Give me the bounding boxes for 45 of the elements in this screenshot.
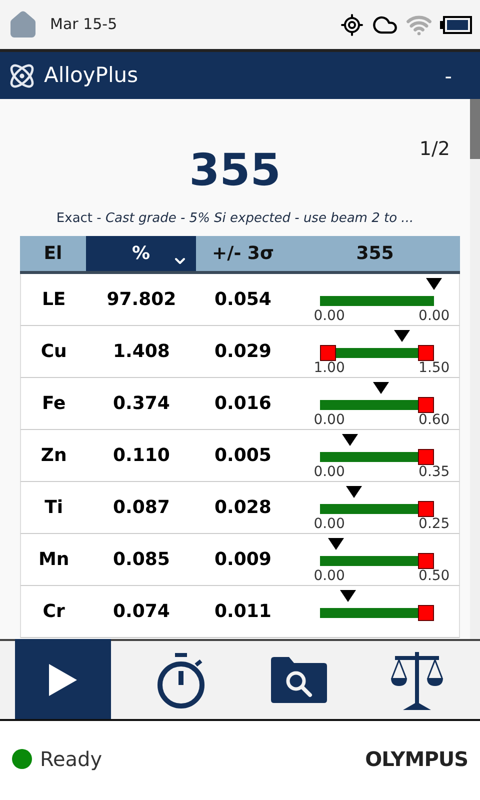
min-label: 0.00 <box>314 516 345 532</box>
column-header[interactable]: % <box>86 236 196 271</box>
status-text: Ready <box>40 746 102 773</box>
match-description: Exact - Cast grade - 5% Si expected - use beam 2 to ... <box>56 210 414 228</box>
grade-name: 355 <box>189 146 281 196</box>
max-label: 0.50 <box>418 568 450 584</box>
app-title: AlloyPlus <box>44 62 138 89</box>
percent-cell-text: 97.802 <box>106 288 178 312</box>
percent-cell-text: 0.374 <box>112 392 171 416</box>
percent-cell-text: 0.085 <box>112 548 171 572</box>
column-header[interactable]: +/- 3σ <box>196 236 290 271</box>
column-header[interactable]: El <box>20 236 86 271</box>
min-label: 0.00 <box>314 464 345 480</box>
sigma-cell-text: 0.011 <box>213 600 272 624</box>
sigma-cell-text: 0.054 <box>213 288 272 312</box>
min-label: 0.00 <box>314 568 345 584</box>
sigma-cell-text: 0.029 <box>213 340 272 364</box>
max-label: 0.35 <box>418 464 450 480</box>
max-label: 0.60 <box>418 412 450 428</box>
minimize-button[interactable]: - <box>436 60 460 90</box>
date-text: Mar 15-5 <box>50 14 118 36</box>
percent-cell-text: 1.408 <box>112 340 171 364</box>
element-cell-text: Ti <box>44 496 64 520</box>
min-label: 0.00 <box>314 308 345 324</box>
element-cell-text: Cr <box>42 600 66 624</box>
percent-cell-text: 0.110 <box>112 444 171 468</box>
element-cell-text: Fe <box>40 392 67 416</box>
min-label: 1.00 <box>314 360 345 376</box>
sigma-cell-text: 0.016 <box>213 392 272 416</box>
max-label: 0.25 <box>418 516 450 532</box>
max-label: 0.00 <box>418 308 450 324</box>
sigma-cell-text: 0.009 <box>213 548 272 572</box>
page-indicator: 1/2 <box>419 137 450 162</box>
column-header[interactable]: 355 <box>290 236 460 271</box>
percent-cell-text: 0.074 <box>112 600 171 624</box>
element-cell-text: Cu <box>40 340 68 364</box>
sigma-cell-text: 0.028 <box>213 496 272 520</box>
min-label: 0.00 <box>314 412 345 428</box>
element-cell-text: Zn <box>40 444 68 468</box>
element-cell-text: LE <box>40 288 67 312</box>
brand-logo: OLYMPUS <box>365 746 468 773</box>
sigma-cell-text: 0.005 <box>213 444 272 468</box>
percent-cell-text: 0.087 <box>112 496 171 520</box>
max-label: 1.50 <box>418 360 450 376</box>
element-cell-text: Mn <box>37 548 70 572</box>
